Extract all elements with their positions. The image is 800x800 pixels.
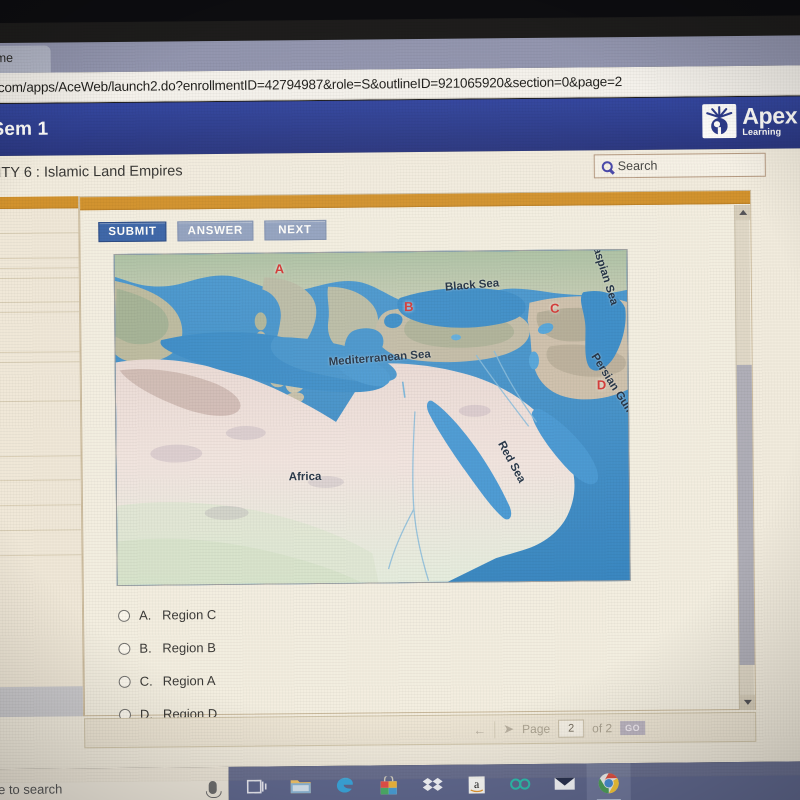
pager-divider (494, 720, 496, 738)
radio-button[interactable] (118, 642, 131, 655)
sidebar-item-9[interactable]: cish r sbecq (0, 401, 81, 458)
edge-icon[interactable] (323, 766, 367, 800)
answer-option-A[interactable]: A. Region C (118, 595, 548, 632)
search-input[interactable]: Search (593, 152, 766, 179)
submit-button[interactable]: SUBMIT (98, 221, 167, 243)
scrollbar-thumb[interactable] (736, 364, 755, 665)
map-label-5: Africa (288, 470, 322, 484)
course-sidebar: ec reat nd East and Eastcish r sbecq LandLa… (0, 196, 85, 719)
option-text: Region B (162, 640, 216, 656)
map-marker-B: B (404, 299, 414, 315)
radio-button[interactable] (118, 675, 131, 688)
question-panel: SUBMIT ANSWER NEXT Black Sea Mediterrane… (79, 189, 756, 722)
sidebar-item-10[interactable]: Land (0, 455, 81, 483)
activity-title: VITY 6 : Islamic Land Empires (0, 163, 183, 182)
office-icon[interactable] (499, 764, 543, 800)
caret-up-icon (738, 209, 747, 215)
sidebar-item-1[interactable]: c (0, 233, 79, 260)
go-button[interactable]: GO (620, 720, 646, 736)
sidebar-item-6[interactable]: nd East (0, 312, 80, 354)
chrome-icon[interactable] (586, 763, 631, 800)
sidebar-collapse-button[interactable] (0, 686, 84, 719)
answer-option-C[interactable]: C. Region A (118, 661, 549, 698)
lms-page-body: VITY 6 : Islamic Land Empires Search ecr… (0, 148, 800, 770)
apex-logo-name: Apex (742, 102, 798, 129)
photographed-screen: ome g.com/apps/AceWeb/launch2.do?enrollm… (0, 0, 800, 800)
course-title: Sem 1 (0, 118, 49, 141)
next-page-icon[interactable]: ➤ (503, 721, 514, 737)
question-toolbar: SUBMIT ANSWER NEXT (80, 204, 750, 243)
map-marker-C: C (550, 300, 560, 316)
svg-text:a: a (474, 776, 480, 790)
apex-logo-tagline: Learning (742, 126, 782, 137)
microsoft-store-icon[interactable] (367, 765, 411, 800)
caret-down-icon (743, 699, 752, 705)
sidebar-item-8[interactable]: and East (0, 362, 81, 404)
scroll-up-button[interactable] (735, 204, 751, 220)
address-bar-url: g.com/apps/AceWeb/launch2.do?enrollmentI… (0, 74, 623, 96)
dropbox-icon[interactable] (411, 765, 455, 800)
search-placeholder: Search (617, 158, 658, 174)
mail-icon[interactable] (543, 763, 587, 800)
map-marker-A: A (274, 261, 285, 277)
microphone-icon[interactable] (208, 780, 217, 794)
prev-page-icon[interactable]: ← (473, 722, 486, 737)
browser-tab[interactable]: ome (0, 45, 51, 74)
option-letter: C. (139, 673, 153, 689)
question-map-image: Black Sea Mediterranean Sea Caspian Sea Per… (113, 249, 631, 586)
answer-button[interactable]: ANSWER (177, 220, 254, 242)
page-label: Page (522, 721, 551, 737)
map-marker-D: D (596, 377, 607, 393)
sidebar-item-0[interactable]: e (0, 208, 79, 235)
sidebar-item-4[interactable]: reat (0, 277, 80, 305)
file-explorer-icon[interactable] (279, 766, 323, 800)
taskbar-search-box[interactable]: re to search (0, 766, 229, 800)
search-icon (601, 160, 613, 172)
taskbar-icon-strip: a (228, 761, 800, 800)
taskbar-search-text: re to search (0, 780, 63, 797)
page-number-input[interactable]: 2 (558, 719, 585, 738)
pagination-bar: ← ➤ Page 2 of 2 GO (84, 711, 757, 749)
windows-taskbar: re to search a (0, 761, 800, 800)
answer-options: A. Region C B. Region B C. Region A D. Region D (118, 595, 549, 731)
apex-logo[interactable]: Apex Learning (702, 102, 798, 139)
page-total-label: of 2 (592, 721, 613, 736)
sidebar-item-11[interactable]: Land (0, 480, 81, 508)
content-scrollbar[interactable] (734, 204, 755, 710)
next-button[interactable]: NEXT (263, 219, 327, 241)
answer-option-B[interactable]: B. Region B (118, 628, 548, 665)
option-letter: A. (138, 607, 152, 623)
option-text: Region A (162, 673, 216, 689)
sidebar-item-12[interactable]: sources (0, 505, 82, 532)
sidebar-item-13[interactable]: Activities (0, 530, 82, 557)
apex-header: Sem 1 Apex Learning (0, 96, 800, 157)
radio-button[interactable] (118, 609, 131, 622)
amazon-icon[interactable]: a (455, 764, 499, 800)
apex-sunburst-icon (702, 103, 737, 139)
task-view-icon[interactable] (235, 766, 279, 800)
option-text: Region C (161, 606, 217, 623)
option-letter: B. (139, 640, 152, 656)
scroll-down-button[interactable] (739, 694, 755, 710)
